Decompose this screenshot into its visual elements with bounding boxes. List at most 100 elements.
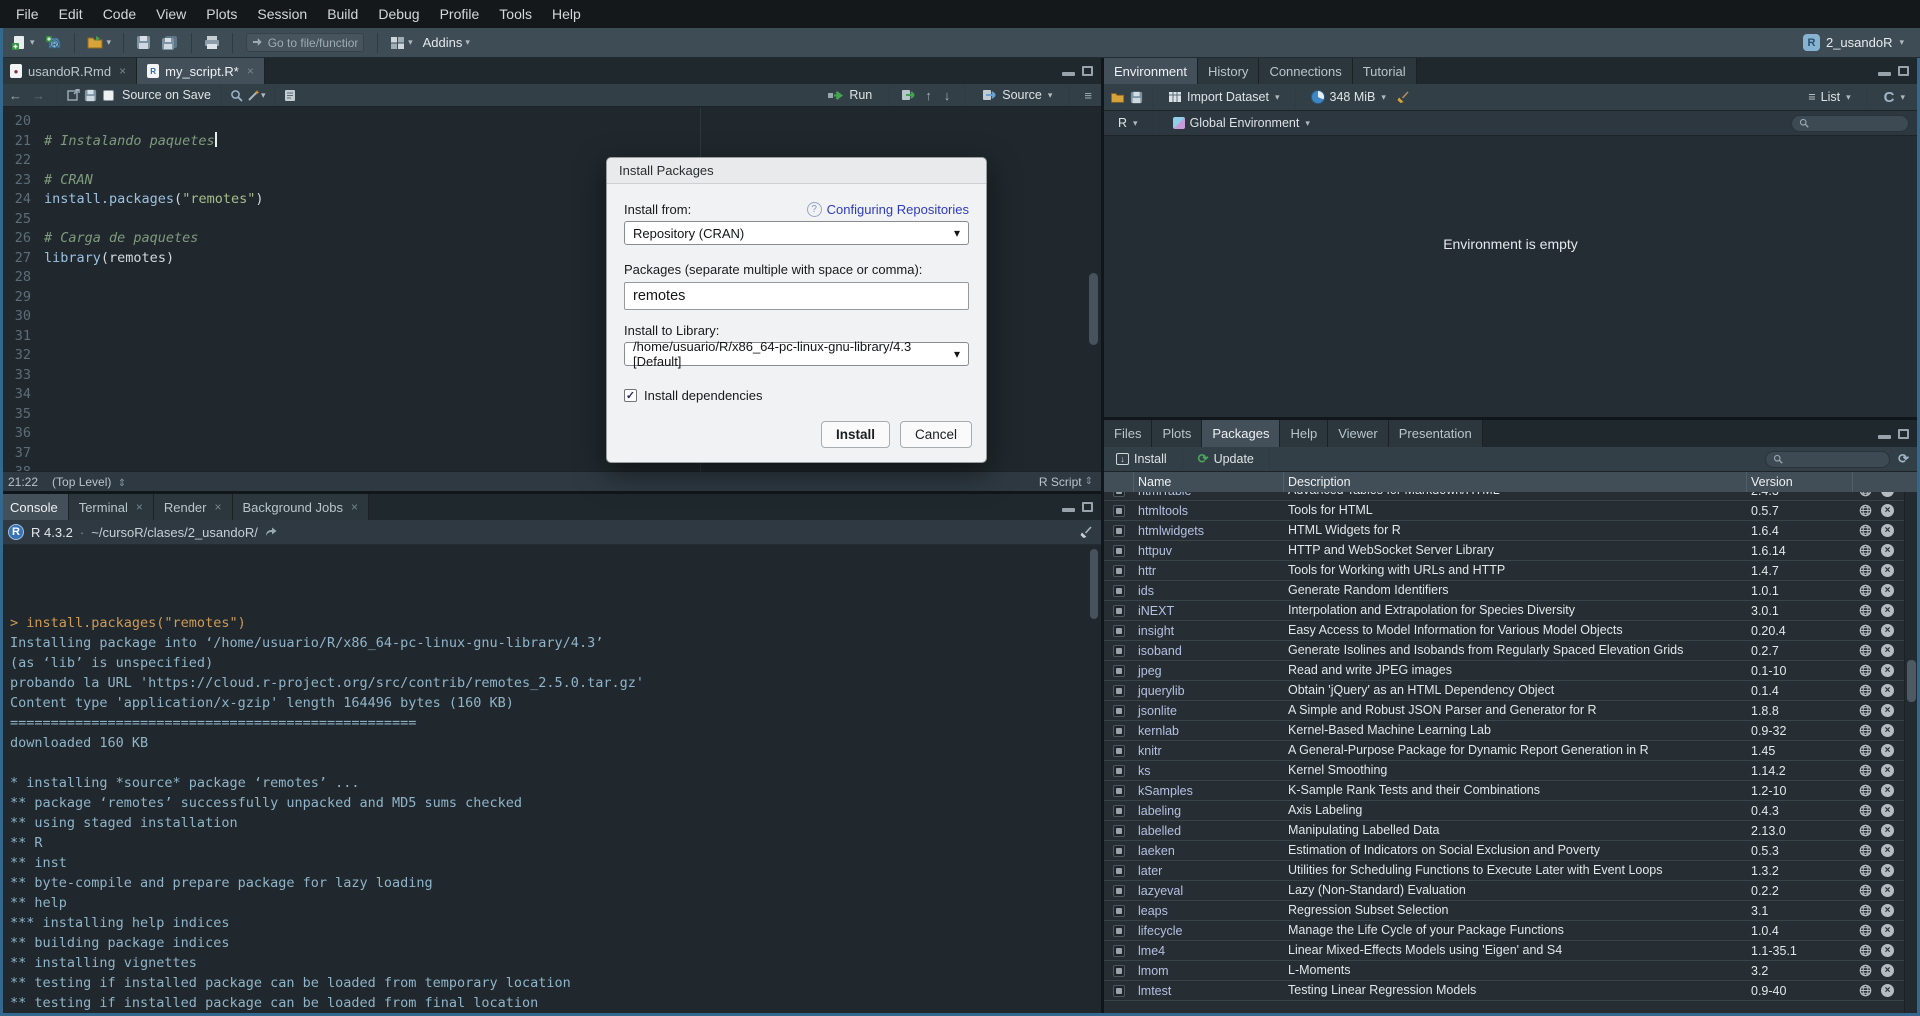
project-chooser[interactable]: R 2_usandoR ▾	[1803, 34, 1910, 51]
remove-package-icon[interactable]: ×	[1881, 884, 1894, 897]
package-checkbox[interactable]	[1113, 965, 1125, 977]
package-website-icon[interactable]	[1859, 604, 1872, 617]
package-website-icon[interactable]	[1859, 624, 1872, 637]
open-file-button[interactable]: ▾	[84, 33, 115, 52]
tab-history[interactable]: History	[1198, 58, 1259, 84]
library-select[interactable]: /home/usuario/R/x86_64-pc-linux-gnu-libr…	[624, 342, 969, 366]
file-type-selector[interactable]: R Script ⇕	[1039, 475, 1093, 489]
package-name-link[interactable]: insight	[1134, 624, 1284, 638]
minimize-pane-icon[interactable]	[1878, 72, 1891, 76]
packages-scrollbar-track[interactable]	[1904, 492, 1917, 1013]
package-name-link[interactable]: jpeg	[1134, 664, 1284, 678]
tab-environment[interactable]: Environment	[1104, 58, 1198, 84]
package-website-icon[interactable]	[1859, 884, 1872, 897]
source-on-save-checkbox[interactable]	[103, 90, 114, 101]
package-checkbox[interactable]	[1113, 785, 1125, 797]
remove-package-icon[interactable]: ×	[1881, 984, 1894, 997]
package-name-link[interactable]: labelled	[1134, 824, 1284, 838]
tab-help[interactable]: Help	[1280, 420, 1328, 447]
menu-item[interactable]: Debug	[368, 0, 429, 28]
package-name-link[interactable]: lme4	[1134, 944, 1284, 958]
package-website-icon[interactable]	[1859, 864, 1872, 877]
package-checkbox[interactable]	[1113, 605, 1125, 617]
package-name-link[interactable]: kernlab	[1134, 724, 1284, 738]
menu-item[interactable]: Tools	[489, 0, 542, 28]
tab-presentation[interactable]: Presentation	[1389, 420, 1483, 447]
package-checkbox[interactable]	[1113, 505, 1125, 517]
package-name-link[interactable]: htmlwidgets	[1134, 524, 1284, 538]
save-all-button[interactable]	[158, 33, 182, 53]
package-website-icon[interactable]	[1859, 844, 1872, 857]
package-website-icon[interactable]	[1859, 924, 1872, 937]
package-name-link[interactable]: jsonlite	[1134, 704, 1284, 718]
tab-packages[interactable]: Packages	[1202, 420, 1280, 447]
close-tab-icon[interactable]: ×	[136, 500, 143, 514]
display-mode-button[interactable]: ≡ List ▾	[1802, 89, 1856, 105]
package-website-icon[interactable]	[1859, 584, 1872, 597]
minimize-pane-icon[interactable]	[1878, 435, 1891, 439]
package-checkbox[interactable]	[1113, 845, 1125, 857]
package-website-icon[interactable]	[1859, 724, 1872, 737]
console-output[interactable]: > install.packages("remotes")Installing …	[0, 545, 1101, 1013]
rerun-icon[interactable]	[901, 89, 916, 101]
language-selector[interactable]: R ▾	[1112, 115, 1144, 131]
package-checkbox[interactable]	[1113, 685, 1125, 697]
console-scrollbar[interactable]	[1090, 549, 1098, 619]
environment-scope-selector[interactable]: Global Environment ▾	[1167, 115, 1316, 131]
install-button[interactable]: Install	[821, 421, 890, 448]
package-website-icon[interactable]	[1859, 764, 1872, 777]
menu-item[interactable]: Edit	[49, 0, 93, 28]
configuring-repositories-link[interactable]: Configuring Repositories	[827, 202, 969, 217]
package-website-icon[interactable]	[1859, 964, 1872, 977]
package-checkbox[interactable]	[1113, 525, 1125, 537]
package-checkbox[interactable]	[1113, 585, 1125, 597]
package-name-link[interactable]: ids	[1134, 584, 1284, 598]
remove-package-icon[interactable]: ×	[1881, 864, 1894, 877]
tab-background-jobs[interactable]: Background Jobs ×	[233, 494, 369, 520]
package-checkbox[interactable]	[1113, 945, 1125, 957]
minimize-pane-icon[interactable]	[1062, 72, 1075, 76]
remove-package-icon[interactable]: ×	[1881, 964, 1894, 977]
tab-files[interactable]: Files	[1104, 420, 1152, 447]
import-dataset-button[interactable]: Import Dataset ▾	[1162, 89, 1286, 105]
package-name-link[interactable]: laeken	[1134, 844, 1284, 858]
package-checkbox[interactable]	[1113, 565, 1125, 577]
tab-terminal[interactable]: Terminal ×	[69, 494, 154, 520]
install-from-select[interactable]: Repository (CRAN) ▾	[624, 221, 969, 245]
minimize-pane-icon[interactable]	[1062, 508, 1075, 512]
package-website-icon[interactable]	[1859, 524, 1872, 537]
package-website-icon[interactable]	[1859, 644, 1872, 657]
clear-console-icon[interactable]	[1079, 526, 1093, 539]
package-name-link[interactable]: ks	[1134, 764, 1284, 778]
remove-package-icon[interactable]: ×	[1881, 504, 1894, 517]
menu-item[interactable]: File	[6, 0, 49, 28]
close-tab-icon[interactable]: ×	[247, 64, 254, 78]
package-name-link[interactable]: htmltools	[1134, 504, 1284, 518]
menu-item[interactable]: Help	[542, 0, 591, 28]
install-packages-button[interactable]: ↓ Install	[1110, 451, 1173, 467]
remove-package-icon[interactable]: ×	[1881, 784, 1894, 797]
package-name-link[interactable]: htmlTable	[1134, 492, 1284, 498]
new-project-button[interactable]: R	[42, 33, 65, 53]
package-checkbox[interactable]	[1113, 625, 1125, 637]
help-icon[interactable]: ?	[807, 202, 822, 217]
package-name-link[interactable]: lmtest	[1134, 984, 1284, 998]
addins-button[interactable]: Addins ▾	[420, 33, 473, 52]
tab-console[interactable]: Console	[0, 494, 69, 520]
dialog-title-bar[interactable]: Install Packages	[607, 158, 986, 184]
package-name-link[interactable]: knitr	[1134, 744, 1284, 758]
scope-selector[interactable]: (Top Level) ⇕	[52, 475, 126, 489]
close-tab-icon[interactable]: ×	[214, 500, 221, 514]
source-button[interactable]: Source ▾	[976, 87, 1058, 103]
remove-package-icon[interactable]: ×	[1881, 684, 1894, 697]
package-website-icon[interactable]	[1859, 944, 1872, 957]
header-name[interactable]: Name	[1134, 472, 1284, 492]
go-prev-chunk-icon[interactable]: ↑	[922, 88, 935, 103]
document-outline-icon[interactable]: ≡	[1081, 88, 1095, 103]
package-checkbox[interactable]	[1113, 765, 1125, 777]
package-checkbox[interactable]	[1113, 745, 1125, 757]
go-next-chunk-icon[interactable]: ↓	[941, 88, 954, 103]
menu-item[interactable]: Code	[93, 0, 146, 28]
tab-render[interactable]: Render ×	[154, 494, 233, 520]
package-checkbox[interactable]	[1113, 905, 1125, 917]
